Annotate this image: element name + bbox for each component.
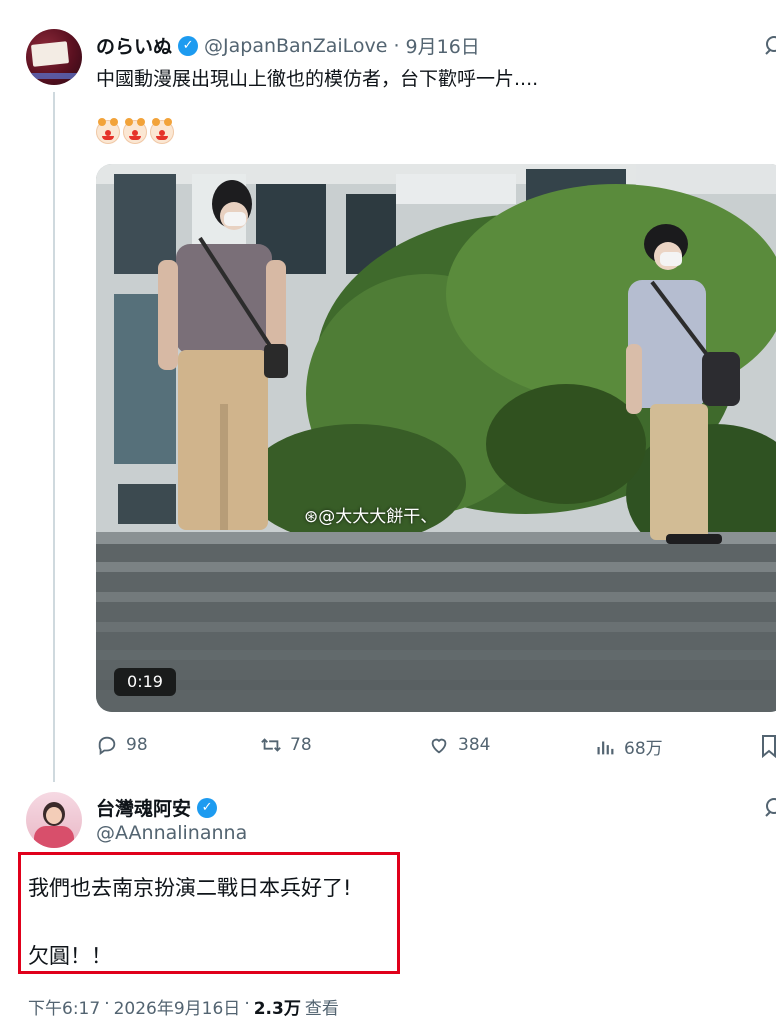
tweet-date[interactable]: 9月16日 xyxy=(406,32,480,59)
reply-view-count: 2.3万 xyxy=(253,999,301,1019)
separator-dot: · xyxy=(104,994,110,1014)
grok-icon[interactable] xyxy=(764,796,776,823)
retweet-button[interactable]: 78 xyxy=(260,734,312,756)
video-player[interactable] xyxy=(96,164,776,712)
weibo-logo-icon: ⊛ xyxy=(304,507,319,527)
clown-face-icon xyxy=(123,118,147,144)
verified-badge-icon: ✓ xyxy=(178,35,199,56)
separator-dot: · xyxy=(393,34,400,57)
author-display-name[interactable]: のらいぬ xyxy=(96,32,172,59)
view-count: 68万 xyxy=(624,739,663,759)
reply-time[interactable]: 下午6:17 xyxy=(28,994,100,1019)
heart-icon xyxy=(431,738,447,754)
reply-button[interactable]: 98 xyxy=(96,734,148,756)
author-avatar[interactable] xyxy=(26,29,82,85)
tweet-header: のらいぬ ✓ @JapanBanZaiLove · 9月16日 xyxy=(96,32,480,59)
like-button[interactable]: 384 xyxy=(428,734,490,756)
reply-icon xyxy=(98,736,116,756)
tweet-text: 中國動漫展出現山上徹也的模仿者，台下歡呼一片.... xyxy=(96,68,539,90)
reply-text-line-2: 欠圓！！ xyxy=(28,944,112,968)
video-frame xyxy=(96,164,776,712)
bookmark-icon[interactable] xyxy=(760,734,776,762)
reply-count: 98 xyxy=(126,735,148,755)
like-count: 384 xyxy=(458,735,491,755)
reply-author-display-name[interactable]: 台灣魂阿安 xyxy=(96,794,191,821)
clown-face-icon xyxy=(150,118,174,144)
reply-author-handle[interactable]: @AAnnalinanna xyxy=(96,822,247,844)
retweet-icon xyxy=(261,738,281,752)
author-handle[interactable]: @JapanBanZaiLove xyxy=(204,35,387,57)
grok-icon[interactable] xyxy=(764,34,776,61)
views-button[interactable]: 68万 xyxy=(594,734,663,759)
reply-view-label: 查看 xyxy=(304,999,339,1019)
thread-connector-line xyxy=(53,92,55,782)
video-duration-badge: 0:19 xyxy=(114,668,176,696)
reply-date[interactable]: 2026年9月16日 xyxy=(114,994,241,1019)
reply-meta: 下午6:17 · 2026年9月16日 · 2.3万 查看 xyxy=(28,994,339,1019)
verified-badge-icon: ✓ xyxy=(197,797,218,818)
reply-author-avatar[interactable] xyxy=(26,792,82,848)
reply-header: 台灣魂阿安 ✓ xyxy=(96,794,218,821)
clown-face-icon xyxy=(96,118,120,144)
emoji-row xyxy=(96,118,177,144)
retweet-count: 78 xyxy=(290,735,312,755)
reply-text-line-1: 我們也去南京扮演二戰日本兵好了! xyxy=(28,876,352,900)
video-watermark: ⊛@大大大餅干、 xyxy=(304,507,438,527)
analytics-icon xyxy=(597,741,614,754)
separator-dot: · xyxy=(244,994,250,1014)
